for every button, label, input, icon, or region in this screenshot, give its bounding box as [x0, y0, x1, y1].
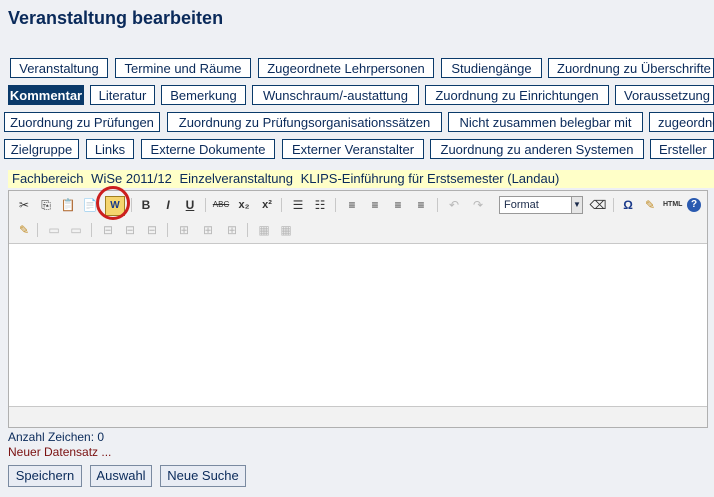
tab-row-2: Kommentar Literatur Bemerkung Wunschraum…	[0, 85, 714, 107]
help-icon[interactable]: ?	[687, 198, 701, 212]
tab-row-4: Zielgruppe Links Externe Dokumente Exter…	[0, 139, 714, 161]
bold-icon[interactable]: B	[137, 196, 155, 214]
insert-column-after-icon[interactable]: ⊟	[121, 221, 139, 239]
format-select-value: Format	[504, 199, 539, 211]
tab-externer-veranstalter[interactable]: Externer Veranstalter	[282, 139, 424, 159]
tab-bemerkung[interactable]: Bemerkung	[161, 85, 246, 105]
tab-externe-dokumente[interactable]: Externe Dokumente	[141, 139, 275, 159]
select-button[interactable]: Auswahl	[90, 465, 152, 487]
toolbar-separator	[335, 198, 336, 212]
toolbar-separator	[91, 223, 92, 237]
align-right-icon[interactable]: ≡	[389, 196, 407, 214]
tab-literatur[interactable]: Literatur	[90, 85, 155, 105]
numbered-list-icon[interactable]: ☷	[311, 196, 329, 214]
tab-row-1: Veranstaltung Termine und Räume Zugeordn…	[0, 58, 714, 80]
html-source-icon[interactable]: HTML	[663, 196, 682, 214]
justify-icon[interactable]: ≡	[412, 196, 430, 214]
tab-links[interactable]: Links	[86, 139, 134, 159]
toolbar-separator	[247, 223, 248, 237]
row-properties-icon[interactable]: ▦	[277, 221, 295, 239]
character-count: Anzahl Zeichen: 0	[8, 430, 105, 444]
info-course-type: Einzelveranstaltung	[179, 171, 293, 186]
info-course-title: KLIPS-Einführung für Erstsemester (Landa…	[300, 171, 560, 186]
tab-veranstaltung[interactable]: Veranstaltung	[10, 58, 108, 78]
editor-content-area[interactable]	[9, 243, 707, 407]
page-title: Veranstaltung bearbeiten	[8, 8, 224, 28]
tab-ersteller[interactable]: Ersteller	[650, 139, 714, 159]
new-search-button[interactable]: Neue Suche	[160, 465, 246, 487]
align-left-icon[interactable]: ≡	[343, 196, 361, 214]
info-semester: WiSe 2011/12	[91, 171, 172, 186]
undo-icon[interactable]: ↶	[445, 196, 463, 214]
tab-zuordnung-zu-ueberschriften[interactable]: Zuordnung zu Überschrifte	[548, 58, 714, 78]
cleanup-icon[interactable]: ✎	[641, 196, 659, 214]
copy-icon[interactable]: ⎘	[37, 196, 55, 214]
toolbar-separator	[167, 223, 168, 237]
toolbar-separator	[37, 223, 38, 237]
info-fachbereich: Fachbereich	[12, 171, 84, 186]
save-button[interactable]: Speichern	[8, 465, 82, 487]
tab-voraussetzung[interactable]: Voraussetzung	[615, 85, 714, 105]
cell-properties-icon[interactable]: ⊞	[223, 221, 241, 239]
highlight-circle	[96, 186, 130, 220]
toolbar-separator	[437, 198, 438, 212]
insert-column-icon[interactable]: ⊟	[99, 221, 117, 239]
tab-zugeordnete[interactable]: zugeordne	[649, 112, 714, 132]
toolbar-separator	[613, 198, 614, 212]
split-cell-icon[interactable]: ⊞	[199, 221, 217, 239]
special-character-icon[interactable]: Ω	[619, 196, 637, 214]
delete-row-icon[interactable]: ▭	[67, 221, 85, 239]
toolbar-separator	[131, 198, 132, 212]
tab-zuordnung-zu-anderen-systemen[interactable]: Zuordnung zu anderen Systemen	[430, 139, 644, 159]
superscript-icon[interactable]: x²	[258, 196, 276, 214]
subscript-icon[interactable]: x₂	[235, 196, 253, 214]
tab-zugeordnete-lehrpersonen[interactable]: Zugeordnete Lehrpersonen	[258, 58, 434, 78]
tab-zielgruppe[interactable]: Zielgruppe	[4, 139, 79, 159]
edit-icon[interactable]: ✎	[15, 221, 33, 239]
paste-icon[interactable]: 📋	[59, 196, 77, 214]
format-select[interactable]: Format ▼	[499, 196, 583, 214]
editor-toolbar-row-2: ✎ ▭ ▭ ⊟ ⊟ ⊟ ⊞ ⊞ ⊞ ▦ ▦	[9, 218, 707, 242]
tab-zuordnung-zu-pruefungen[interactable]: Zuordnung zu Prüfungen	[4, 112, 160, 132]
toolbar-separator	[205, 198, 206, 212]
tab-nicht-zusammen-belegbar-mit[interactable]: Nicht zusammen belegbar mit	[448, 112, 643, 132]
tab-zuordnung-zu-einrichtungen[interactable]: Zuordnung zu Einrichtungen	[425, 85, 609, 105]
underline-icon[interactable]: U	[181, 196, 199, 214]
merge-cells-icon[interactable]: ⊞	[175, 221, 193, 239]
bulleted-list-icon[interactable]: ☰	[289, 196, 307, 214]
tab-termine-und-raeume[interactable]: Termine und Räume	[115, 58, 251, 78]
align-center-icon[interactable]: ≡	[366, 196, 384, 214]
chevron-down-icon[interactable]: ▼	[571, 197, 582, 213]
eraser-icon[interactable]: ⌫	[589, 196, 607, 214]
tab-studiengaenge[interactable]: Studiengänge	[441, 58, 542, 78]
cut-icon[interactable]: ✂	[15, 196, 33, 214]
new-record-label: Neuer Datensatz ...	[8, 445, 112, 459]
tab-kommentar[interactable]: Kommentar	[8, 85, 84, 105]
strikethrough-icon[interactable]: ABC	[212, 196, 230, 214]
tab-row-3: Zuordnung zu Prüfungen Zuordnung zu Prüf…	[0, 112, 714, 134]
insert-row-icon[interactable]: ▭	[45, 221, 63, 239]
toolbar-separator	[281, 198, 282, 212]
tab-wunschraum[interactable]: Wunschraum/-austattung	[252, 85, 419, 105]
delete-column-icon[interactable]: ⊟	[143, 221, 161, 239]
tab-zuordnung-zu-pruefungsorganisationssaetzen[interactable]: Zuordnung zu Prüfungsorganisationssätzen	[167, 112, 442, 132]
italic-icon[interactable]: I	[159, 196, 177, 214]
rich-text-editor: ✂ ⎘ 📋 📄 W B I U ABC x₂ x² ☰ ☷ ≡ ≡ ≡ ≡ ↶ …	[8, 190, 708, 428]
redo-icon[interactable]: ↷	[469, 196, 487, 214]
table-properties-icon[interactable]: ▦	[255, 221, 273, 239]
